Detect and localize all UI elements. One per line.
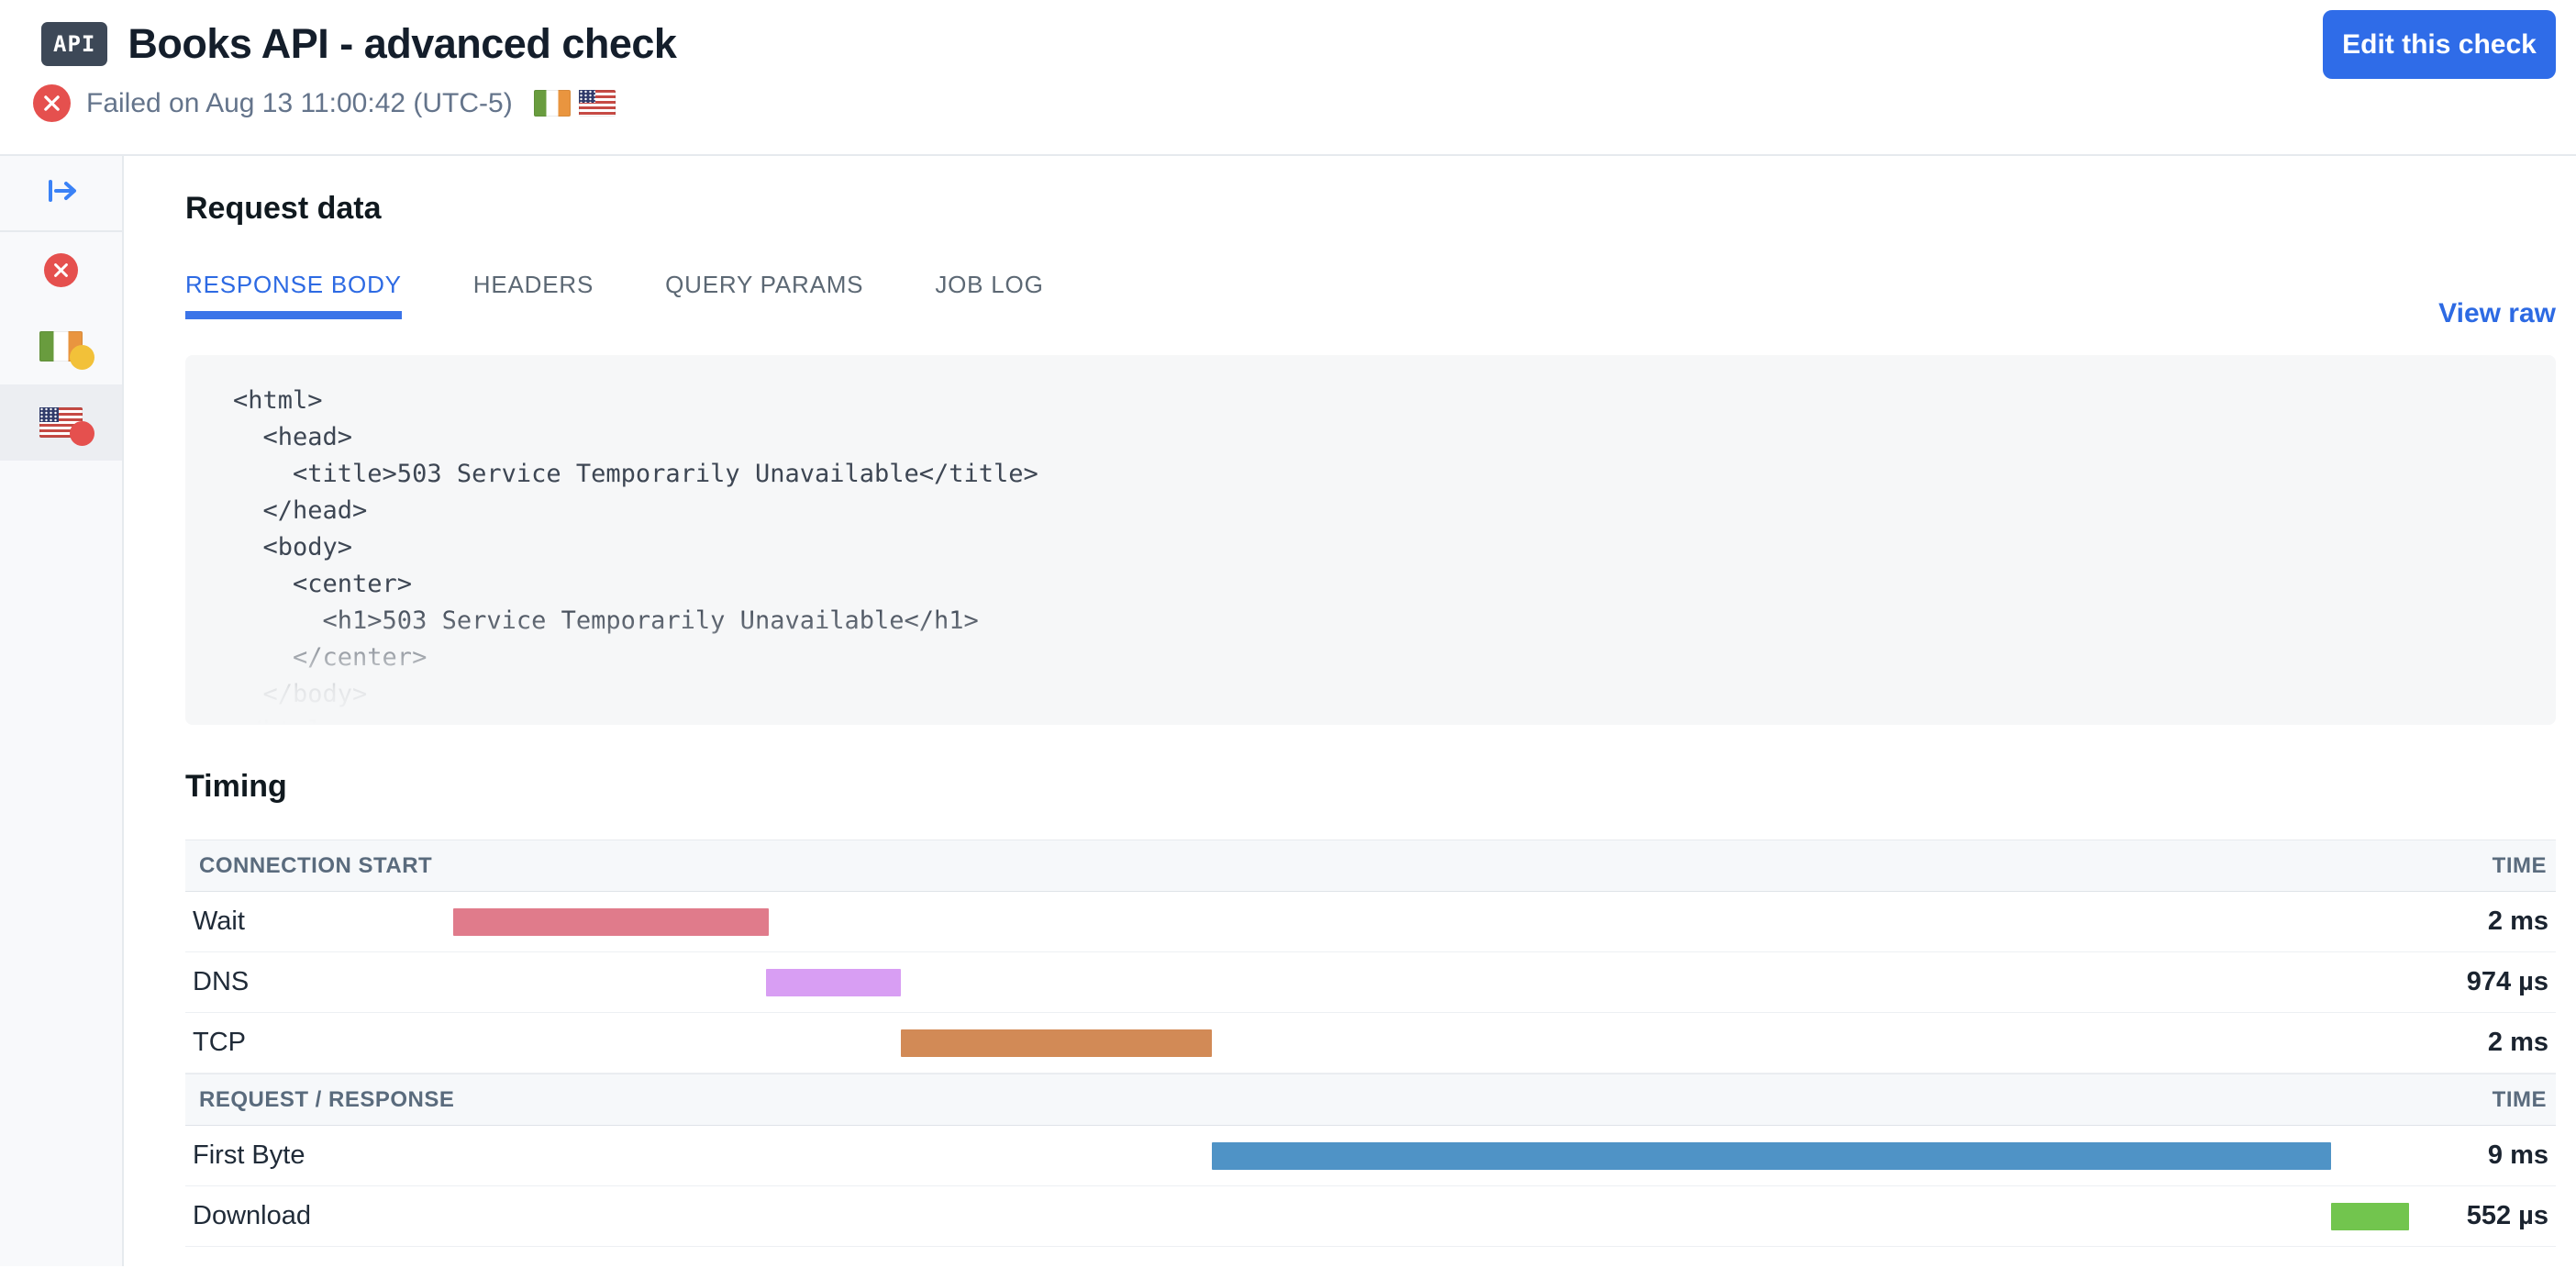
timing-label: TCP <box>193 1028 246 1058</box>
section-header-label: REQUEST / RESPONSE <box>199 1087 454 1113</box>
timing-label: First Byte <box>193 1140 305 1171</box>
request-data-tabs: RESPONSE BODY HEADERS QUERY PARAMS JOB L… <box>185 271 1044 319</box>
tab-response-body[interactable]: RESPONSE BODY <box>185 271 402 319</box>
us-flag-icon <box>579 90 616 117</box>
ireland-flag-icon <box>39 331 83 361</box>
app-header: API Books API - advanced check Failed on… <box>0 0 2576 156</box>
section-header-label: CONNECTION START <box>199 853 432 879</box>
failed-result-icon <box>44 253 78 287</box>
timing-label: Wait <box>193 907 245 937</box>
timing-bar <box>453 908 769 936</box>
timing-label: Download <box>193 1201 311 1231</box>
timing-row-wait: Wait 2 ms <box>185 892 2556 952</box>
timing-bar <box>766 969 901 996</box>
timing-row-first-byte: First Byte 9 ms <box>185 1126 2556 1186</box>
degraded-dot-icon <box>70 345 94 370</box>
timing-bar <box>1212 1142 2331 1170</box>
timing-bar <box>901 1029 1212 1057</box>
timing-label: DNS <box>193 967 249 997</box>
tab-headers[interactable]: HEADERS <box>473 271 594 319</box>
response-body-viewer[interactable]: <html> <head> <title>503 Service Tempora… <box>185 355 2556 725</box>
time-column-header: TIME <box>2493 853 2547 879</box>
failed-status-icon <box>33 84 71 122</box>
sidebar-item-failed-result[interactable] <box>0 232 122 308</box>
timing-value: 2 ms <box>2488 1028 2548 1058</box>
sidebar-expand-button[interactable] <box>0 156 122 232</box>
sidebar-item-location-ireland[interactable] <box>0 308 122 384</box>
run-locations <box>534 90 616 117</box>
timing-value: 2 ms <box>2488 907 2548 937</box>
timing-row-tcp: TCP 2 ms <box>185 1013 2556 1073</box>
tab-job-log[interactable]: JOB LOG <box>935 271 1043 319</box>
view-raw-link[interactable]: View raw <box>2438 298 2556 329</box>
api-type-badge: API <box>41 22 107 66</box>
timing-section-request-response: REQUEST / RESPONSE TIME <box>185 1073 2556 1126</box>
main-content: Request data RESPONSE BODY HEADERS QUERY… <box>124 156 2576 1266</box>
tab-query-params[interactable]: QUERY PARAMS <box>665 271 863 319</box>
failed-dot-icon <box>70 421 94 446</box>
results-sidebar <box>0 156 124 1266</box>
timing-heading: Timing <box>185 769 2556 805</box>
timing-value: 552 µs <box>2467 1201 2548 1231</box>
timing-bar <box>2331 1203 2409 1230</box>
page-title: Books API - advanced check <box>128 20 676 68</box>
expand-sidebar-icon <box>43 174 80 212</box>
timing-section-connection-start: CONNECTION START TIME <box>185 840 2556 892</box>
timing-table: CONNECTION START TIME Wait 2 ms DNS 974 … <box>185 840 2556 1247</box>
timing-value: 9 ms <box>2488 1140 2548 1171</box>
edit-check-button[interactable]: Edit this check <box>2323 10 2556 79</box>
timing-value: 974 µs <box>2467 967 2548 997</box>
status-text: Failed on Aug 13 11:00:42 (UTC-5) <box>86 88 513 119</box>
sidebar-item-location-us[interactable] <box>0 384 122 461</box>
ireland-flag-icon <box>534 90 571 117</box>
response-body-code: <html> <head> <title>503 Service Tempora… <box>185 355 2556 725</box>
check-status: Failed on Aug 13 11:00:42 (UTC-5) <box>33 84 616 122</box>
request-data-heading: Request data <box>185 191 2556 227</box>
timing-row-dns: DNS 974 µs <box>185 952 2556 1013</box>
check-result-page: API Books API - advanced check Failed on… <box>0 0 2576 1268</box>
time-column-header: TIME <box>2493 1087 2547 1113</box>
timing-row-download: Download 552 µs <box>185 1186 2556 1247</box>
us-flag-icon <box>39 407 83 438</box>
